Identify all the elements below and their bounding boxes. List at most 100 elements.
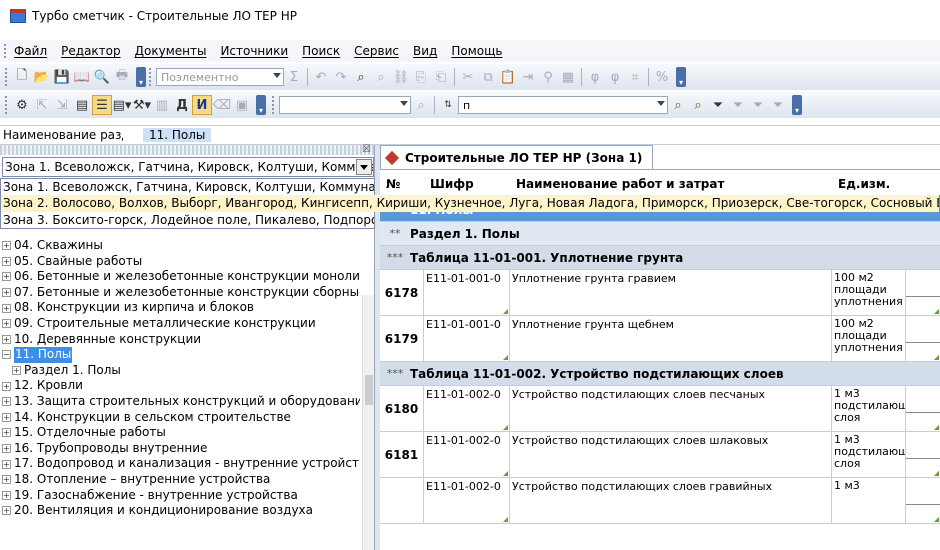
tree-item[interactable]: + Раздел 1. Полы [0,363,360,379]
close-icon[interactable]: ☒ [362,144,371,155]
row-number[interactable]: 6180 [380,386,424,431]
grip-handle[interactable] [149,68,153,86]
document-menu-icon[interactable]: ▤▾ [112,95,132,115]
row-number[interactable] [380,478,424,523]
tree-item[interactable]: +15. Отделочные работы [0,425,360,441]
zone-option[interactable]: Зона 1. Всеволожск, Гатчина, Кировск, Ко… [0,178,375,195]
table-row[interactable]: Е11-01-002-0 Устройство подстилающих слое… [380,478,940,524]
toolbar-overflow-icon[interactable]: ▾ [792,95,802,115]
percent-icon[interactable]: % [652,67,672,87]
table-row[interactable]: 6179 Е11-01-001-0 Уплотнение грунта щебнем… [380,316,940,362]
tree-item[interactable]: +05. Свайные работы [0,254,360,270]
print-preview-icon[interactable]: 🔍 [92,67,112,87]
calculator-icon[interactable]: ⌗ [625,67,645,87]
row-code[interactable]: Е11-01-002-0 [424,478,510,523]
expand-icon[interactable]: + [2,288,11,298]
book-icon[interactable]: 📖 [72,67,92,87]
import-icon[interactable]: ⇲ [52,95,72,115]
table-row[interactable]: 6180 Е11-01-002-0 Устройство подстилающих … [380,386,940,432]
menu-sources[interactable]: Источники [220,44,288,58]
tree-item[interactable]: −11. Полы [0,347,360,363]
menu-help[interactable]: Помощь [451,44,502,58]
section-name-field[interactable]: 11. Полы [143,128,212,142]
search-scope-combo[interactable] [279,96,411,114]
zone-option[interactable]: Зона 3. Боксито-горск, Лодейное поле, Пи… [0,212,375,229]
image-icon[interactable]: ▣ [232,95,252,115]
row-unit[interactable]: 100 м2 площади уплотнения [832,270,939,315]
zone-select[interactable]: Зона 1. Всеволожск, Гатчина, Кировск, Ко… [2,157,374,177]
tree-item[interactable]: +18. Отопление – внутренние устройства [0,472,360,488]
binoculars-icon[interactable]: ⌕ [351,67,371,87]
row-name[interactable]: Уплотнение грунта гравием [510,270,939,315]
row-number[interactable]: 6178 [380,270,424,315]
tree-item[interactable]: +19. Газоснабжение - внутренние устройст… [0,488,360,504]
search-input[interactable]: п [458,96,668,114]
tree-item[interactable]: +10. Деревянные конструкции [0,332,360,348]
expand-icon[interactable]: + [2,272,11,282]
filter-apply-icon[interactable]: ⏷ [708,95,728,115]
grid-icon[interactable]: ▤ [72,95,92,115]
filter-icon[interactable]: ⚲ [538,67,558,87]
list-view-icon[interactable]: ☰ [92,95,112,115]
eraser-icon[interactable]: ⌫ [212,95,232,115]
toolbar-overflow-icon[interactable]: ▾ [676,67,686,87]
open-folder-icon[interactable]: 📂 [32,67,52,87]
expand-icon[interactable]: + [2,334,11,344]
row-unit[interactable]: 1 м3 [832,478,939,523]
row-unit[interactable]: 100 м2 площади уплотнения [832,316,939,361]
row-name[interactable]: Устройство подстилающих слоев песчаных [510,386,939,431]
tree-item[interactable]: +13. Защита строительных конструкций и о… [0,394,360,410]
tree-item[interactable]: +20. Вентиляция и кондиционирование возд… [0,503,360,519]
filter-remove-icon[interactable]: ⏷ [768,95,788,115]
sort-az-icon[interactable]: ⇅ [438,95,458,115]
tree-item[interactable]: +06. Бетонные и железобетонные конструкц… [0,269,360,285]
toolbar-overflow-icon[interactable]: ▾ [136,67,146,87]
menu-view[interactable]: Вид [413,44,437,58]
row-name[interactable]: Устройство подстилающих слоев шлаковых [510,432,939,477]
menu-documents[interactable]: Документы [135,44,207,58]
expand-icon[interactable]: + [2,444,11,454]
grip-handle[interactable] [5,68,9,86]
tree-item[interactable]: +17. Водопровод и канализация - внутренн… [0,456,360,472]
row-code[interactable]: Е11-01-001-0 [424,316,510,361]
columns-icon[interactable]: ▥ [152,95,172,115]
italic-i-icon[interactable]: И [192,95,212,115]
menu-file[interactable]: Файл [14,44,47,58]
menu-search[interactable]: Поиск [302,44,340,58]
expand-icon[interactable]: + [2,381,11,391]
row-name[interactable]: Устройство подстилающих слоев гравийных [510,478,939,523]
scrollbar-thumb[interactable] [365,375,373,405]
undo-icon[interactable]: ↶ [311,67,331,87]
expand-icon[interactable]: + [2,412,11,422]
expand-icon[interactable]: + [2,506,11,516]
search-icon[interactable]: ⌕ [411,95,431,115]
row-number[interactable]: 6181 [380,432,424,477]
tree-item[interactable]: +16. Трубопроводы внутренние [0,441,360,457]
find-next-icon[interactable]: ⌕ [371,67,391,87]
expand-icon[interactable]: + [2,241,11,251]
export-icon[interactable]: ⇱ [32,95,52,115]
tools-icon[interactable]: ⚒▾ [132,95,152,115]
tree-item[interactable]: +07. Бетонные и железобетонные конструкц… [0,285,360,301]
paste-doc-icon[interactable]: ⎗ [431,67,451,87]
copy-doc-icon[interactable]: ⎘ [411,67,431,87]
toolbar-overflow-icon[interactable]: ▾ [256,95,266,115]
insert-row-icon[interactable]: ⇥ [518,67,538,87]
row-code[interactable]: Е11-01-001-0 [424,270,510,315]
table-row[interactable]: 6181 Е11-01-002-0 Устройство подстилающих … [380,432,940,478]
tab-document[interactable]: Строительные ЛО ТЕР НР (Зона 1) [380,145,654,169]
find-all-icon[interactable]: ⌕ [688,95,708,115]
expand-icon[interactable]: + [12,366,21,376]
row-code[interactable]: Е11-01-002-0 [424,386,510,431]
tree-item[interactable]: +08. Конструкции из кирпича и блоков [0,300,360,316]
cut-icon[interactable]: ✂ [458,67,478,87]
filter-clear-icon[interactable]: ⏷ [728,95,748,115]
expand-icon[interactable]: + [2,319,11,329]
new-document-icon[interactable]: 🗋 [12,67,32,87]
zone-option[interactable]: Зона 2. Волосово, Волхов, Выборг, Иванго… [0,195,940,212]
paste-icon[interactable]: 📋 [498,67,518,87]
grip-handle[interactable] [272,96,276,114]
tree-item[interactable]: +12. Кровли [0,378,360,394]
table-icon[interactable]: ▦ [558,67,578,87]
properties-icon[interactable]: ⚙ [12,95,32,115]
